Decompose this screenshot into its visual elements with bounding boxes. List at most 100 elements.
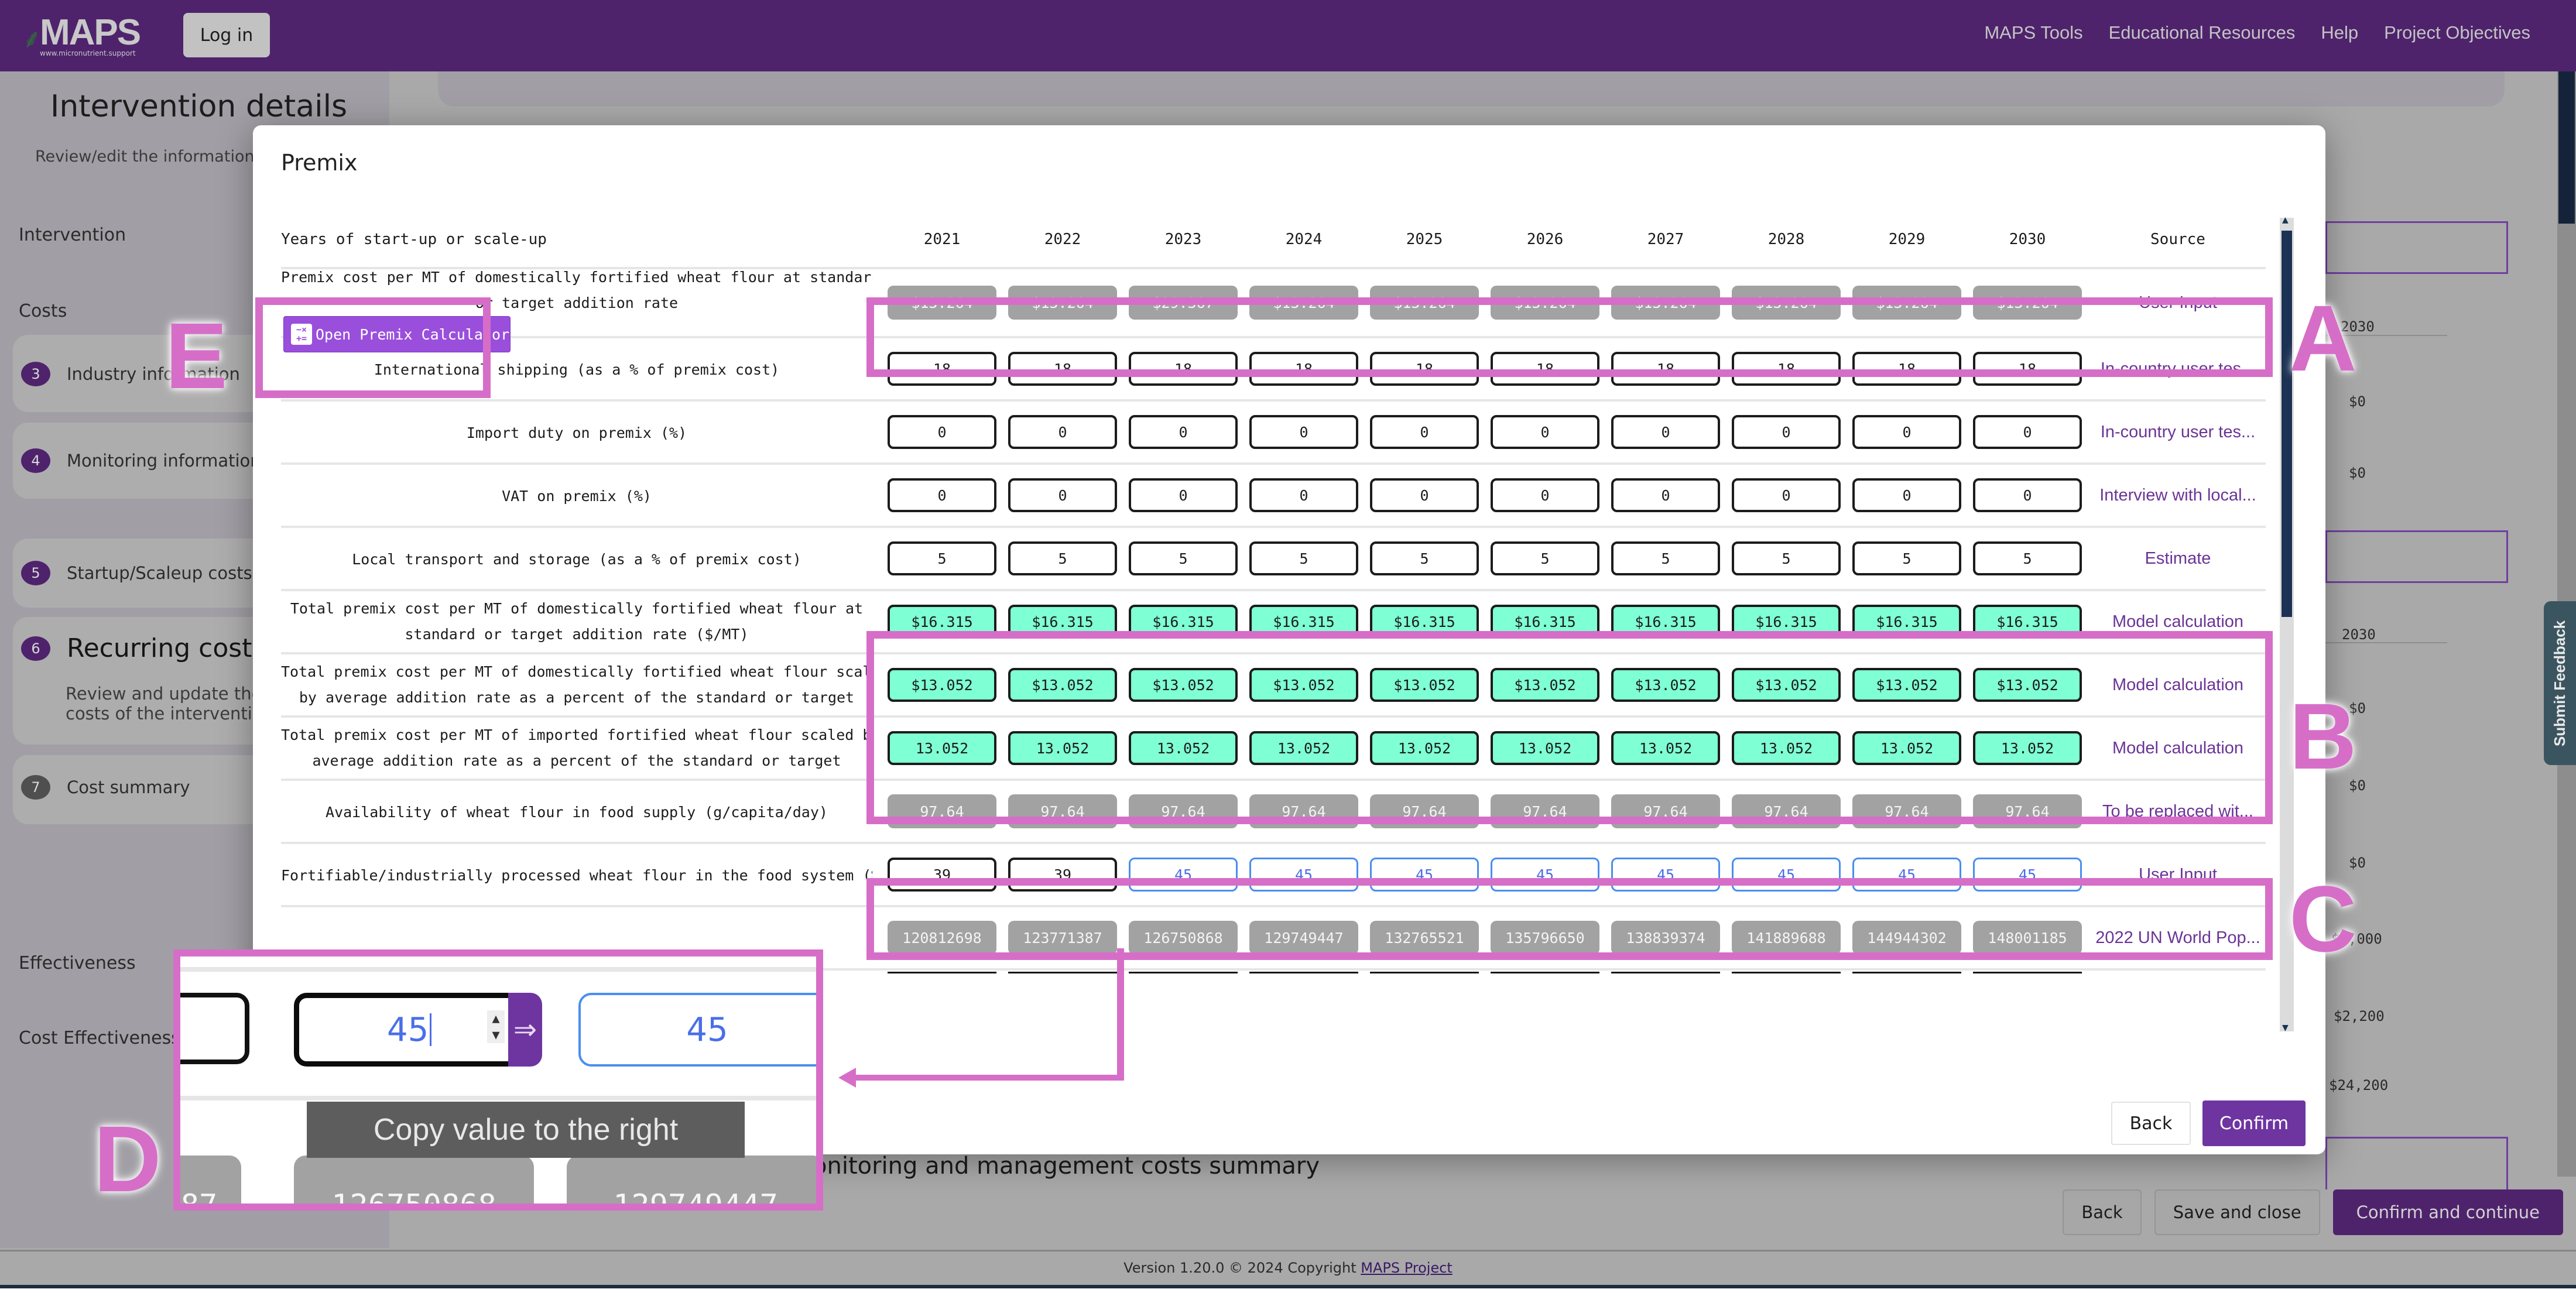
value-input[interactable]: 5	[1129, 541, 1238, 575]
source-link[interactable]: Model calculation	[2090, 739, 2266, 758]
sidebar-section-intervention[interactable]: Intervention	[19, 225, 126, 245]
submit-feedback-tab[interactable]: Submit Feedback	[2544, 601, 2576, 765]
source-link[interactable]: In-country user tes...	[2090, 359, 2266, 379]
value-input[interactable]: 0	[1249, 478, 1358, 512]
value-input[interactable]: 18	[1732, 352, 1841, 386]
value-input[interactable]: 18	[1008, 352, 1117, 386]
value-input[interactable]: 0	[1491, 478, 1599, 512]
annotation-letter-d: D	[94, 1106, 162, 1211]
readonly-value-cell: $13.052	[1370, 668, 1479, 702]
readonly-value-cell: 138839374	[1611, 921, 1720, 955]
scroll-up-icon[interactable]: ▲	[2282, 215, 2289, 225]
source-link[interactable]: In-country user tes...	[2090, 423, 2266, 442]
value-input[interactable]: 39	[888, 858, 996, 892]
value-input[interactable]: 5	[1008, 541, 1117, 575]
source-link[interactable]: Model calculation	[2090, 676, 2266, 695]
value-input[interactable]: 5	[1852, 541, 1961, 575]
sidebar-section-costs[interactable]: Costs	[19, 301, 67, 321]
value-input[interactable]: 45	[1732, 858, 1841, 892]
value-input[interactable]: 0	[1973, 478, 2082, 512]
value-input[interactable]: 18	[1973, 352, 2082, 386]
value-input[interactable]: 45	[1249, 858, 1358, 892]
value-input[interactable]: 18	[1370, 352, 1479, 386]
readonly-value-cell: $13.052	[1249, 668, 1358, 702]
source-link[interactable]: Interview with local...	[2090, 486, 2266, 505]
background-value: $0	[2349, 465, 2366, 481]
source-link[interactable]: Model calculation	[2090, 612, 2266, 632]
nav-link-project-objectives[interactable]: Project Objectives	[2384, 22, 2530, 43]
value-input[interactable]: 45	[1491, 858, 1599, 892]
input-top-edge	[1370, 972, 1479, 973]
footer-link[interactable]: MAPS Project	[1361, 1260, 1453, 1276]
row-label-line: or target addition rate	[475, 294, 679, 311]
source-link[interactable]: To be replaced wit...	[2090, 802, 2266, 821]
value-input[interactable]: 45	[1370, 858, 1479, 892]
sidebar-section-effectiveness[interactable]: Effectiveness	[19, 953, 136, 973]
value-input[interactable]: 0	[888, 478, 996, 512]
value-input[interactable]: 0	[1129, 415, 1238, 449]
main-content-card	[438, 71, 2505, 107]
readonly-value-cell: 135796650	[1491, 921, 1599, 955]
value-input[interactable]: 5	[1973, 541, 2082, 575]
value-input[interactable]: 0	[1611, 478, 1720, 512]
source-link[interactable]: User Input	[2090, 293, 2266, 313]
value-input[interactable]: 18	[1129, 352, 1238, 386]
value-input[interactable]: 5	[888, 541, 996, 575]
background-section-box	[2325, 1137, 2508, 1189]
value-input[interactable]: 0	[1732, 415, 1841, 449]
nav-link-maps-tools[interactable]: MAPS Tools	[1984, 22, 2082, 43]
value-input[interactable]: 45	[1973, 858, 2082, 892]
value-input[interactable]: 18	[1491, 352, 1599, 386]
readonly-value-cell: 132765521	[1370, 921, 1479, 955]
readonly-value-cell: 13.052	[1129, 731, 1238, 765]
save-and-close-button[interactable]: Save and close	[2154, 1189, 2320, 1235]
value-input[interactable]: 0	[1852, 478, 1961, 512]
value-input[interactable]: 0	[1611, 415, 1720, 449]
source-link[interactable]: User Input	[2090, 865, 2266, 884]
value-input[interactable]: 0	[1732, 478, 1841, 512]
zoomed-grey-cell: 129749447	[567, 1156, 816, 1204]
value-input[interactable]: 0	[1008, 415, 1117, 449]
year-header: 2029	[1888, 231, 1926, 248]
value-input[interactable]: 39	[1008, 858, 1117, 892]
scrollbar-thumb[interactable]	[2558, 71, 2575, 224]
login-button[interactable]: Log in	[183, 13, 270, 57]
value-input[interactable]: 0	[1249, 415, 1358, 449]
value-input[interactable]: 5	[1249, 541, 1358, 575]
value-input[interactable]: 0	[1973, 415, 2082, 449]
confirm-and-continue-button[interactable]: Confirm and continue	[2332, 1189, 2563, 1235]
readonly-value-cell: 97.64	[1008, 794, 1117, 828]
modal-back-button[interactable]: Back	[2111, 1102, 2191, 1145]
value-input[interactable]: 0	[1129, 478, 1238, 512]
page-back-button[interactable]: Back	[2063, 1189, 2142, 1235]
maps-logo[interactable]: ⸙ MAPS www.micronutrient.support	[22, 15, 141, 58]
value-input[interactable]: 18	[1611, 352, 1720, 386]
modal-confirm-button[interactable]: Confirm	[2202, 1100, 2306, 1146]
value-input[interactable]: 0	[888, 415, 996, 449]
nav-link-help[interactable]: Help	[2321, 22, 2358, 43]
value-input[interactable]: 45	[1129, 858, 1238, 892]
sidebar-section-cost-effectiveness[interactable]: Cost Effectiveness	[19, 1028, 180, 1048]
nav-link-educational-resources[interactable]: Educational Resources	[2109, 22, 2296, 43]
value-input[interactable]: 5	[1732, 541, 1841, 575]
source-link[interactable]: 2022 UN World Pop...	[2090, 928, 2266, 948]
source-link[interactable]: Estimate	[2090, 549, 2266, 568]
copy-value-tooltip: Copy value to the right	[307, 1102, 745, 1158]
readonly-value-cell: $13.052	[1611, 668, 1720, 702]
value-input[interactable]: 0	[1008, 478, 1117, 512]
value-input[interactable]: 0	[1491, 415, 1599, 449]
value-input[interactable]: 0	[1370, 478, 1479, 512]
value-input[interactable]: 18	[1852, 352, 1961, 386]
value-input[interactable]: 18	[1249, 352, 1358, 386]
value-input[interactable]: 18	[888, 352, 996, 386]
value-input[interactable]: 45	[1611, 858, 1720, 892]
row-label-line: International shipping (as a % of premix…	[374, 361, 780, 378]
scroll-down-icon[interactable]: ▼	[2282, 1023, 2289, 1033]
value-input[interactable]: 5	[1491, 541, 1599, 575]
value-input[interactable]: 45	[1852, 858, 1961, 892]
value-input[interactable]: 0	[1370, 415, 1479, 449]
value-input[interactable]: 0	[1852, 415, 1961, 449]
value-input[interactable]: 5	[1370, 541, 1479, 575]
row-label: Premix cost per MT of domestically forti…	[281, 265, 872, 316]
value-input[interactable]: 5	[1611, 541, 1720, 575]
